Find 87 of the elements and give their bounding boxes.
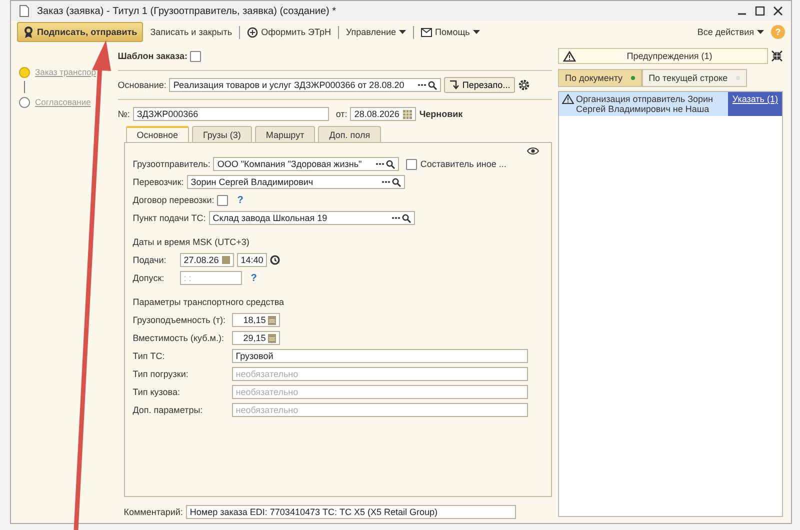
date-field[interactable]: 27.08.26 [180,253,234,267]
filter-tab[interactable]: По текущей строке [642,69,747,87]
dots-icon[interactable] [392,216,400,220]
specify-link[interactable]: Указать (1) [728,92,782,116]
eye-icon[interactable] [527,147,539,155]
field-label: Тип кузова: [132,387,181,397]
search-icon[interactable] [402,214,411,222]
composer-checkbox[interactable] [406,158,418,170]
turn-arrow-icon [449,80,460,90]
toolbar-button[interactable]: Оформить ЭТрН [244,24,334,40]
field-label: Договор перевозки: [132,195,214,205]
field-label: Подачи: [132,255,168,265]
calculator-icon[interactable] [268,316,276,324]
warning-message: Организация отправитель Зорин Сергей Владимирович не Наша [576,93,714,116]
dots-icon[interactable] [376,162,384,166]
help-link[interactable]: ? [250,272,257,284]
input-field[interactable]: ООО "Компания "Здоровая жизнь" [213,157,400,171]
tab[interactable]: Доп. поля [318,126,382,142]
help-link[interactable]: ? [237,194,244,206]
field-label: Тип ТС: [132,351,166,361]
field-label: Пункт подачи ТС: [132,213,206,223]
dots-icon[interactable] [382,180,390,184]
number-field[interactable]: ЗДЗЖР000366 [132,107,329,121]
input-field[interactable]: : : [180,271,242,285]
template-checkbox[interactable] [190,50,202,62]
tab[interactable]: Основное [126,126,189,142]
comment-label: Комментарий: [124,507,183,517]
toolbar-button[interactable]: Записать и закрыть [147,25,236,39]
document-icon [19,5,29,17]
caret-icon [757,30,764,34]
date-label: от: [336,109,348,119]
calculator-icon[interactable] [268,334,276,342]
field-label: Допуск: [132,273,166,283]
field-label: Перевозчик: [132,177,184,187]
status-text: Черновик [419,109,463,119]
input-field[interactable]: необязательно [232,385,528,399]
field-label: Вместимость (куб.м.): [132,333,225,343]
plus-circle-icon [247,26,258,38]
window-title: Заказ (заявка) - Титул 1 (Грузоотправитель, заявка) (создание) * [37,6,336,16]
mail-icon [421,28,432,36]
section-heading: Даты и время MSK (UTC+3) [132,237,250,247]
warning-icon [562,94,574,104]
warning-icon [563,50,576,62]
dots-icon[interactable] [418,84,426,86]
calendar-icon[interactable] [222,256,230,264]
refill-button[interactable]: Перезапо... [444,77,516,93]
basis-field[interactable]: Реализация товаров и услуг ЗДЗЖР000366 от 28.08.20 [169,78,442,92]
sign-send-button[interactable]: Подписать, отправить [17,22,144,42]
time-field[interactable]: 14:40 [236,253,267,267]
caret-icon [472,30,480,34]
close-icon[interactable] [773,6,783,16]
search-icon[interactable] [428,80,438,90]
calendar-icon[interactable] [403,110,412,118]
number-field[interactable]: 18,15 [232,313,280,327]
contract-checkbox[interactable] [217,194,228,206]
field-label: Грузоподъемность (т): [132,315,226,325]
template-label: Шаблон заказа: [118,51,188,61]
input-field[interactable]: необязательно [232,367,528,381]
menu-button[interactable]: Помощь [418,25,483,39]
all-actions-button[interactable]: Все действия [694,25,767,39]
checkbox-label: Составитель иное ... [420,159,506,169]
number-field[interactable]: 29,15 [232,331,280,345]
input-field[interactable]: Зорин Сергей Владимирович [186,175,405,189]
collapse-icon[interactable] [771,50,783,62]
input-field[interactable]: Грузовой [232,349,528,363]
search-icon[interactable] [392,178,401,186]
seal-icon [23,26,34,38]
tab[interactable]: Грузы (3) [192,126,252,142]
input-field[interactable]: Склад завода Школьная 19 [208,211,415,225]
tab[interactable]: Маршрут [254,126,316,142]
comment-field[interactable]: Номер заказа EDI: 7703410473 ТС: ТС X5 (X5 Retail Group) [186,505,516,519]
basis-label: Основание: [118,80,166,90]
date-field[interactable]: 28.08.2026 [350,107,416,121]
field-label: Доп. параметры: [132,405,204,415]
search-icon[interactable] [386,160,396,168]
field-label: Тип погрузки: [132,369,190,379]
maximize-icon[interactable] [755,6,765,16]
settings-icon[interactable] [518,79,530,91]
filter-tab[interactable]: По документу [558,69,642,87]
field-label: Грузоотправитель: [132,159,210,169]
number-label: №: [118,109,130,119]
warnings-header[interactable]: Предупреждения (1) [558,48,768,64]
input-field[interactable]: необязательно [232,403,528,417]
menu-button[interactable]: Управление [342,25,410,39]
section-heading: Параметры транспортного средства [132,297,284,307]
caret-icon [399,30,406,34]
clock-icon[interactable] [270,254,281,266]
